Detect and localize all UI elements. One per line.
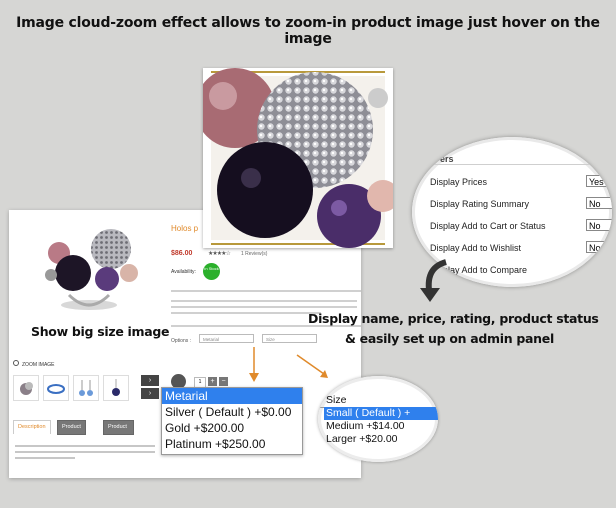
admin-row-label: Display Add to Cart or Status [430, 221, 546, 231]
description-text-line [15, 451, 155, 453]
admin-heading: ers [440, 154, 454, 164]
tab-product-tags[interactable]: Product Tags [57, 420, 86, 443]
display-rating-select[interactable]: No [586, 197, 612, 209]
thumbnail-4[interactable] [103, 375, 129, 401]
admin-row-label: Display Prices [430, 177, 488, 187]
zoomed-image-view [203, 68, 393, 248]
orange-arrow-icon [249, 347, 259, 382]
size-option[interactable]: Size [324, 394, 438, 407]
description-text-line [15, 445, 155, 447]
reviews-link[interactable]: 1 Review(s) [241, 251, 267, 257]
in-stock-badge: In Stock [203, 263, 220, 280]
tab-description[interactable]: Description [13, 420, 51, 434]
thumbnail-1[interactable] [13, 375, 39, 401]
display-wishlist-select[interactable]: No [586, 241, 612, 253]
divider [171, 290, 361, 292]
zoom-image-label[interactable]: ZOOM IMAGE [13, 360, 55, 368]
tab-product-reviews[interactable]: Product Reviews [103, 420, 134, 443]
headline: Image cloud-zoom effect allows to zoom-i… [16, 15, 600, 47]
size-dropdown-zoom: Size Small ( Default ) + Medium +$14.00 … [318, 376, 438, 462]
orange-arrow-icon [296, 354, 328, 378]
qty-minus-button[interactable]: − [219, 377, 228, 386]
thumbnail-2[interactable] [43, 375, 69, 401]
availability-label: Availability: [171, 269, 196, 275]
admin-row-label: Display Rating Summary [430, 199, 530, 209]
divider [430, 164, 612, 165]
magnifier-icon [13, 360, 19, 366]
material-option[interactable]: Platinum +$250.00 [162, 436, 302, 452]
material-select[interactable]: Metarial [199, 334, 254, 343]
thumbnail-next-button[interactable]: › [141, 388, 159, 399]
product-title: Holos p [171, 224, 199, 233]
size-select[interactable]: Size [262, 334, 317, 343]
short-desc-line [171, 300, 357, 302]
zoomed-ring-image [203, 68, 393, 248]
product-ring-image[interactable] [29, 215, 149, 315]
curved-arrow-icon [420, 259, 447, 302]
material-option[interactable]: Metarial [162, 388, 302, 404]
short-desc-line [171, 306, 357, 308]
size-option[interactable]: Small ( Default ) + [324, 407, 438, 420]
material-option[interactable]: Silver ( Default ) +$0.00 [162, 404, 302, 420]
thumbnail-3[interactable] [73, 375, 99, 401]
feature-caption-line1: Display name, price, rating, product sta… [308, 311, 599, 326]
display-prices-select[interactable]: Yes [586, 175, 612, 187]
description-text-line [15, 457, 75, 459]
size-option[interactable]: Larger +$20.00 [324, 433, 438, 446]
material-option[interactable]: Gold +$200.00 [162, 420, 302, 436]
size-option[interactable]: Medium +$14.00 [324, 420, 438, 433]
show-big-caption: Show big size image [31, 324, 170, 339]
options-label: Options : [171, 338, 192, 344]
thumbnail-prev-button[interactable]: › [141, 375, 159, 386]
feature-caption-line2: & easily set up on admin panel [345, 331, 554, 346]
material-dropdown-list: Metarial Silver ( Default ) +$0.00 Gold … [161, 387, 303, 455]
display-add-to-cart-select[interactable]: No [586, 219, 612, 231]
rating-stars: ★★★★☆ [208, 251, 231, 257]
short-desc-line [171, 312, 321, 314]
thumbnail-strip: › › [13, 375, 159, 401]
qty-plus-button[interactable]: + [208, 377, 217, 386]
product-price: $86.00 [171, 250, 193, 257]
admin-row-label: Display Add to Wishlist [430, 243, 522, 253]
